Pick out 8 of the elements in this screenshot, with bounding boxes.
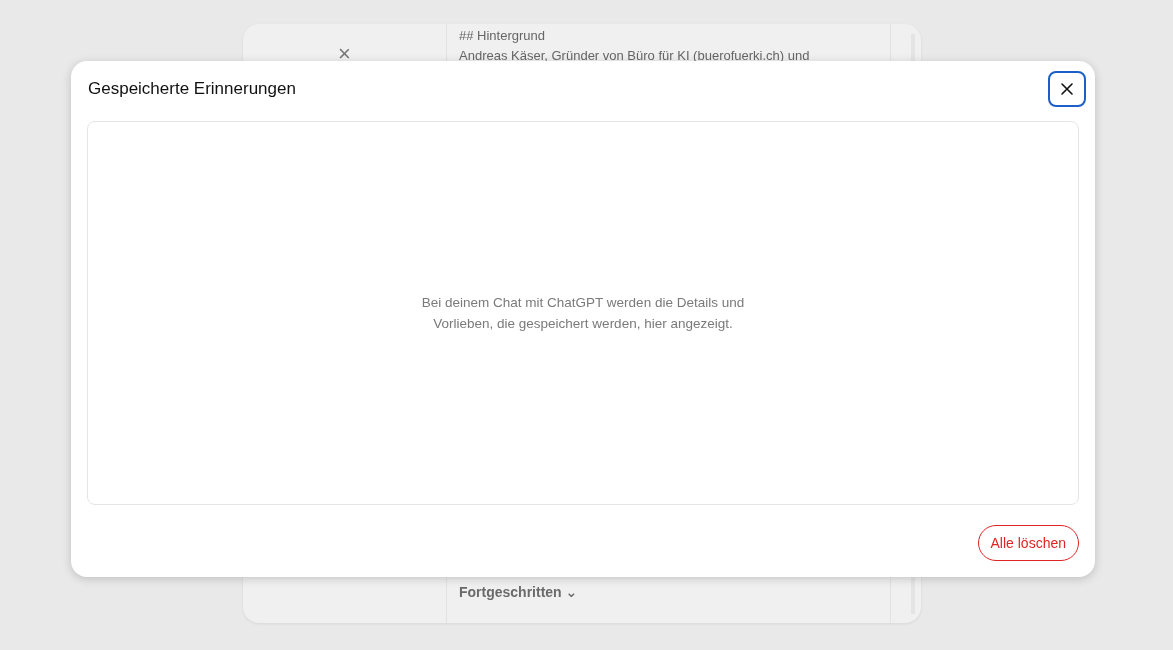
instruction-text-line: ## Hintergrund xyxy=(459,27,546,45)
instruction-text-line: Andreas Käser, Gründer von Büro für KI (buerofuerki.ch) und xyxy=(459,47,811,65)
empty-message: Bei deinem Chat mit ChatGPT werden die Details und Vorlieben, die gespeichert werden, hier angezeigt. xyxy=(420,294,746,333)
close-icon xyxy=(1060,82,1074,96)
delete-all-button[interactable]: Alle löschen xyxy=(977,525,1079,561)
dialog-title: Gespeicherte Erinnerungen xyxy=(87,79,296,99)
advanced-toggle[interactable]: Fortgeschritten ⌄ xyxy=(459,584,578,600)
close-button[interactable] xyxy=(1048,71,1086,107)
